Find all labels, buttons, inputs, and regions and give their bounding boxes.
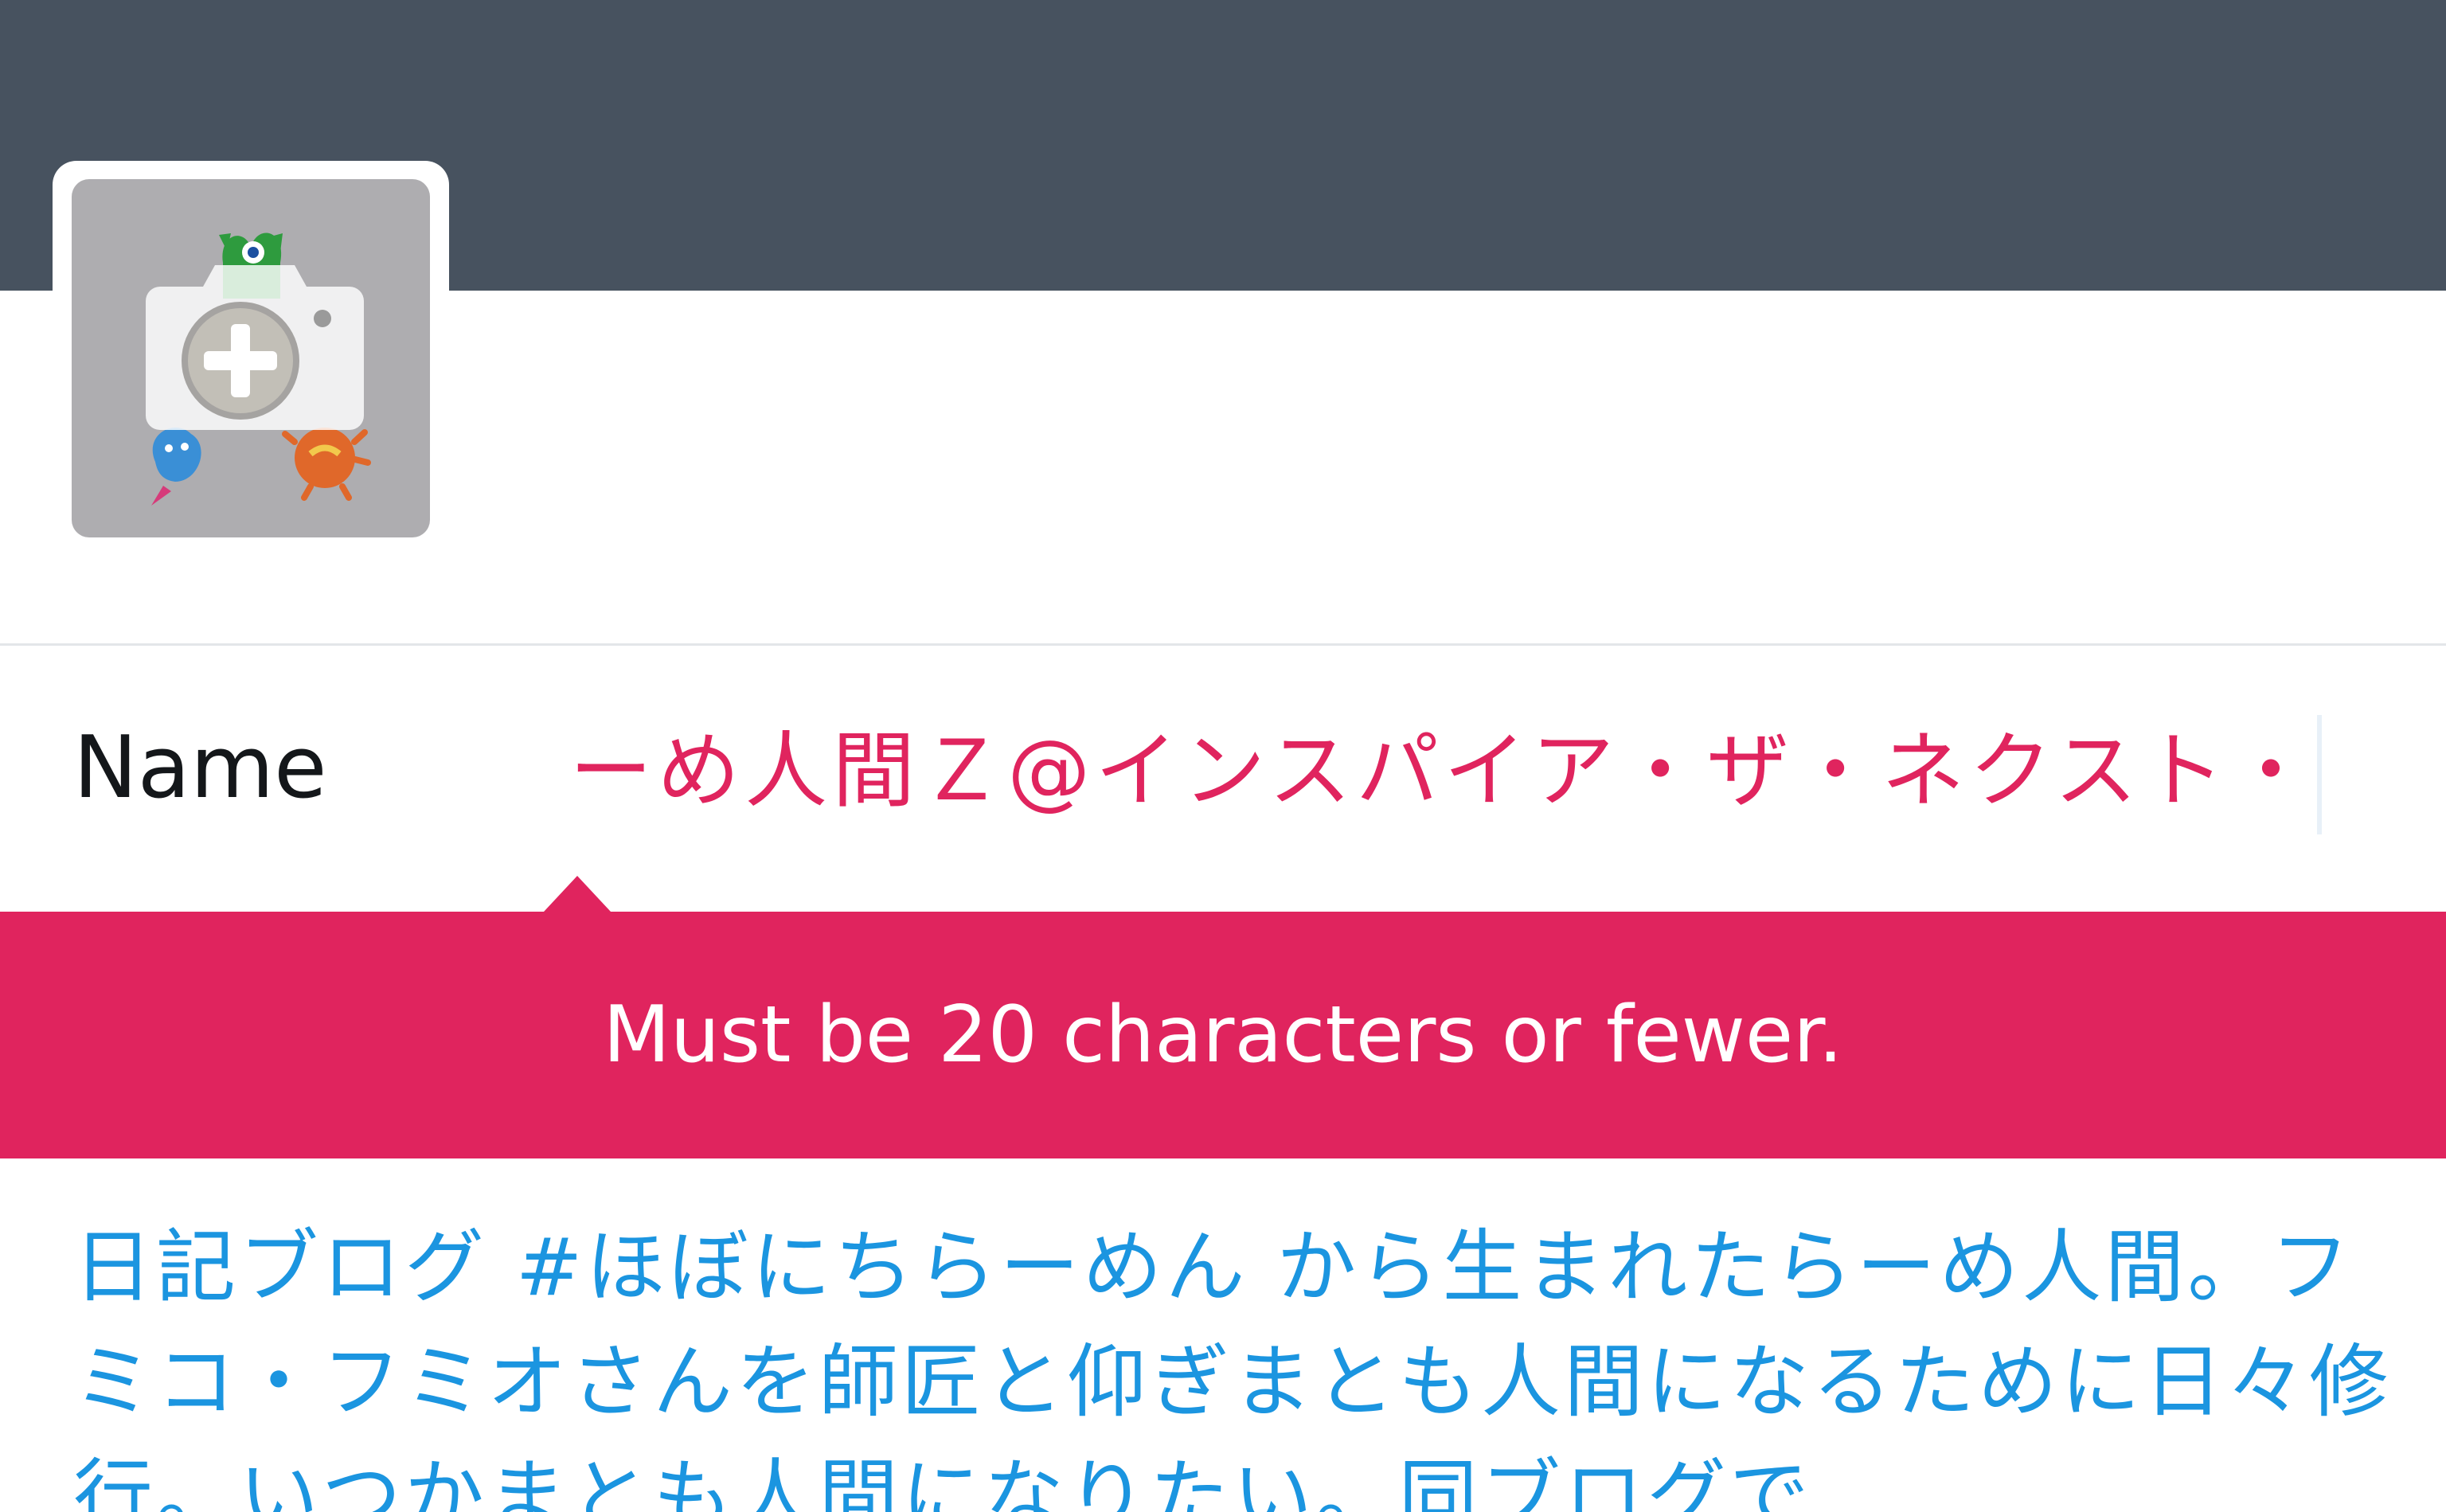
error-pointer-arrow bbox=[544, 876, 611, 912]
section-divider bbox=[0, 643, 2446, 646]
name-input-container[interactable]: ーめ人間Ｚ@インスパイア・ザ・ネクスト・ bbox=[557, 701, 2333, 836]
error-banner: Must be 20 characters or fewer. bbox=[0, 912, 2446, 1158]
bio-textarea[interactable]: 日記ブログ #ほぼにちらーめん から生まれたらーめ人間。フミコ・フミオさんを師匠… bbox=[73, 1210, 2398, 1512]
error-message: Must be 20 characters or fewer. bbox=[603, 990, 1843, 1080]
avatar[interactable] bbox=[72, 179, 430, 537]
edit-profile-screen: Name ーめ人間Ｚ@インスパイア・ザ・ネクスト・ Must be 20 cha… bbox=[0, 0, 2446, 1512]
name-label: Name bbox=[73, 718, 327, 818]
name-input[interactable]: ーめ人間Ｚ@インスパイア・ザ・ネクスト・ bbox=[569, 715, 2317, 826]
text-cursor bbox=[2317, 715, 2322, 834]
camera-plus-icon[interactable] bbox=[72, 179, 430, 537]
